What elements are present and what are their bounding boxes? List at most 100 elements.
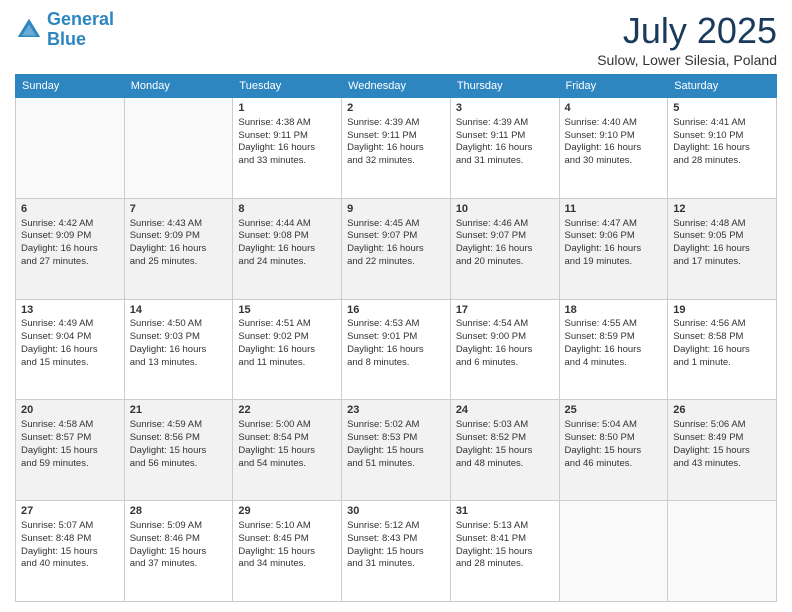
- cell-info: Daylight: 15 hours: [238, 445, 336, 458]
- table-row: 30Sunrise: 5:12 AMSunset: 8:43 PMDayligh…: [342, 501, 451, 602]
- cell-info: Daylight: 16 hours: [21, 344, 119, 357]
- table-row: 27Sunrise: 5:07 AMSunset: 8:48 PMDayligh…: [16, 501, 125, 602]
- day-number: 7: [130, 202, 228, 217]
- cell-info: Sunrise: 5:03 AM: [456, 419, 554, 432]
- cell-info: and 22 minutes.: [347, 256, 445, 269]
- col-monday: Monday: [124, 75, 233, 98]
- cell-info: Sunset: 9:08 PM: [238, 230, 336, 243]
- cell-info: Sunset: 9:06 PM: [565, 230, 663, 243]
- cell-info: Sunset: 9:09 PM: [21, 230, 119, 243]
- day-number: 25: [565, 403, 663, 418]
- day-number: 29: [238, 504, 336, 519]
- col-sunday: Sunday: [16, 75, 125, 98]
- cell-info: Daylight: 15 hours: [130, 445, 228, 458]
- cell-info: Sunrise: 4:51 AM: [238, 318, 336, 331]
- day-number: 27: [21, 504, 119, 519]
- cell-info: Sunrise: 4:41 AM: [673, 117, 771, 130]
- cell-info: and 46 minutes.: [565, 458, 663, 471]
- cell-info: Daylight: 15 hours: [456, 546, 554, 559]
- cell-info: and 8 minutes.: [347, 357, 445, 370]
- table-row: 24Sunrise: 5:03 AMSunset: 8:52 PMDayligh…: [450, 400, 559, 501]
- cell-info: Sunset: 8:49 PM: [673, 432, 771, 445]
- cell-info: Daylight: 16 hours: [565, 243, 663, 256]
- cell-info: Daylight: 16 hours: [21, 243, 119, 256]
- cell-info: Sunrise: 4:44 AM: [238, 218, 336, 231]
- cell-info: Sunrise: 4:59 AM: [130, 419, 228, 432]
- calendar-week-row: 20Sunrise: 4:58 AMSunset: 8:57 PMDayligh…: [16, 400, 777, 501]
- cell-info: Sunrise: 5:09 AM: [130, 520, 228, 533]
- cell-info: Daylight: 16 hours: [565, 142, 663, 155]
- cell-info: Sunset: 8:56 PM: [130, 432, 228, 445]
- day-number: 5: [673, 101, 771, 116]
- cell-info: Daylight: 15 hours: [238, 546, 336, 559]
- day-number: 21: [130, 403, 228, 418]
- cell-info: Sunrise: 4:43 AM: [130, 218, 228, 231]
- day-number: 13: [21, 303, 119, 318]
- day-number: 3: [456, 101, 554, 116]
- day-number: 31: [456, 504, 554, 519]
- table-row: 19Sunrise: 4:56 AMSunset: 8:58 PMDayligh…: [668, 299, 777, 400]
- cell-info: Sunrise: 5:00 AM: [238, 419, 336, 432]
- cell-info: Sunrise: 4:38 AM: [238, 117, 336, 130]
- day-number: 30: [347, 504, 445, 519]
- cell-info: Sunrise: 4:54 AM: [456, 318, 554, 331]
- day-number: 10: [456, 202, 554, 217]
- cell-info: and 17 minutes.: [673, 256, 771, 269]
- day-number: 23: [347, 403, 445, 418]
- cell-info: and 30 minutes.: [565, 155, 663, 168]
- table-row: 5Sunrise: 4:41 AMSunset: 9:10 PMDaylight…: [668, 98, 777, 199]
- cell-info: and 11 minutes.: [238, 357, 336, 370]
- cell-info: Sunset: 8:54 PM: [238, 432, 336, 445]
- col-friday: Friday: [559, 75, 668, 98]
- main-title: July 2025: [597, 10, 777, 52]
- calendar-header-row: Sunday Monday Tuesday Wednesday Thursday…: [16, 75, 777, 98]
- cell-info: and 19 minutes.: [565, 256, 663, 269]
- table-row: 12Sunrise: 4:48 AMSunset: 9:05 PMDayligh…: [668, 198, 777, 299]
- calendar-table: Sunday Monday Tuesday Wednesday Thursday…: [15, 74, 777, 602]
- table-row: 20Sunrise: 4:58 AMSunset: 8:57 PMDayligh…: [16, 400, 125, 501]
- cell-info: and 4 minutes.: [565, 357, 663, 370]
- cell-info: Sunset: 8:45 PM: [238, 533, 336, 546]
- day-number: 28: [130, 504, 228, 519]
- cell-info: Sunrise: 4:40 AM: [565, 117, 663, 130]
- cell-info: Daylight: 16 hours: [238, 142, 336, 155]
- table-row: 11Sunrise: 4:47 AMSunset: 9:06 PMDayligh…: [559, 198, 668, 299]
- day-number: 9: [347, 202, 445, 217]
- table-row: 3Sunrise: 4:39 AMSunset: 9:11 PMDaylight…: [450, 98, 559, 199]
- cell-info: Daylight: 15 hours: [347, 546, 445, 559]
- cell-info: Daylight: 16 hours: [456, 344, 554, 357]
- day-number: 11: [565, 202, 663, 217]
- day-number: 6: [21, 202, 119, 217]
- table-row: 13Sunrise: 4:49 AMSunset: 9:04 PMDayligh…: [16, 299, 125, 400]
- table-row: 31Sunrise: 5:13 AMSunset: 8:41 PMDayligh…: [450, 501, 559, 602]
- cell-info: Sunrise: 5:06 AM: [673, 419, 771, 432]
- cell-info: Sunset: 8:41 PM: [456, 533, 554, 546]
- cell-info: Sunset: 9:11 PM: [238, 130, 336, 143]
- cell-info: Sunrise: 5:12 AM: [347, 520, 445, 533]
- cell-info: and 27 minutes.: [21, 256, 119, 269]
- cell-info: Sunset: 9:11 PM: [456, 130, 554, 143]
- cell-info: Sunrise: 5:13 AM: [456, 520, 554, 533]
- cell-info: Sunrise: 5:07 AM: [21, 520, 119, 533]
- day-number: 4: [565, 101, 663, 116]
- col-saturday: Saturday: [668, 75, 777, 98]
- cell-info: Sunset: 8:58 PM: [673, 331, 771, 344]
- cell-info: and 1 minute.: [673, 357, 771, 370]
- table-row: 6Sunrise: 4:42 AMSunset: 9:09 PMDaylight…: [16, 198, 125, 299]
- subtitle: Sulow, Lower Silesia, Poland: [597, 52, 777, 68]
- cell-info: Daylight: 15 hours: [565, 445, 663, 458]
- header: General Blue July 2025 Sulow, Lower Sile…: [15, 10, 777, 68]
- table-row: 2Sunrise: 4:39 AMSunset: 9:11 PMDaylight…: [342, 98, 451, 199]
- day-number: 14: [130, 303, 228, 318]
- cell-info: and 48 minutes.: [456, 458, 554, 471]
- cell-info: Sunset: 9:04 PM: [21, 331, 119, 344]
- cell-info: Sunset: 9:07 PM: [456, 230, 554, 243]
- cell-info: Daylight: 15 hours: [347, 445, 445, 458]
- day-number: 8: [238, 202, 336, 217]
- cell-info: Sunset: 9:09 PM: [130, 230, 228, 243]
- cell-info: Daylight: 16 hours: [238, 344, 336, 357]
- cell-info: Daylight: 16 hours: [673, 243, 771, 256]
- day-number: 22: [238, 403, 336, 418]
- cell-info: and 32 minutes.: [347, 155, 445, 168]
- cell-info: Sunset: 9:03 PM: [130, 331, 228, 344]
